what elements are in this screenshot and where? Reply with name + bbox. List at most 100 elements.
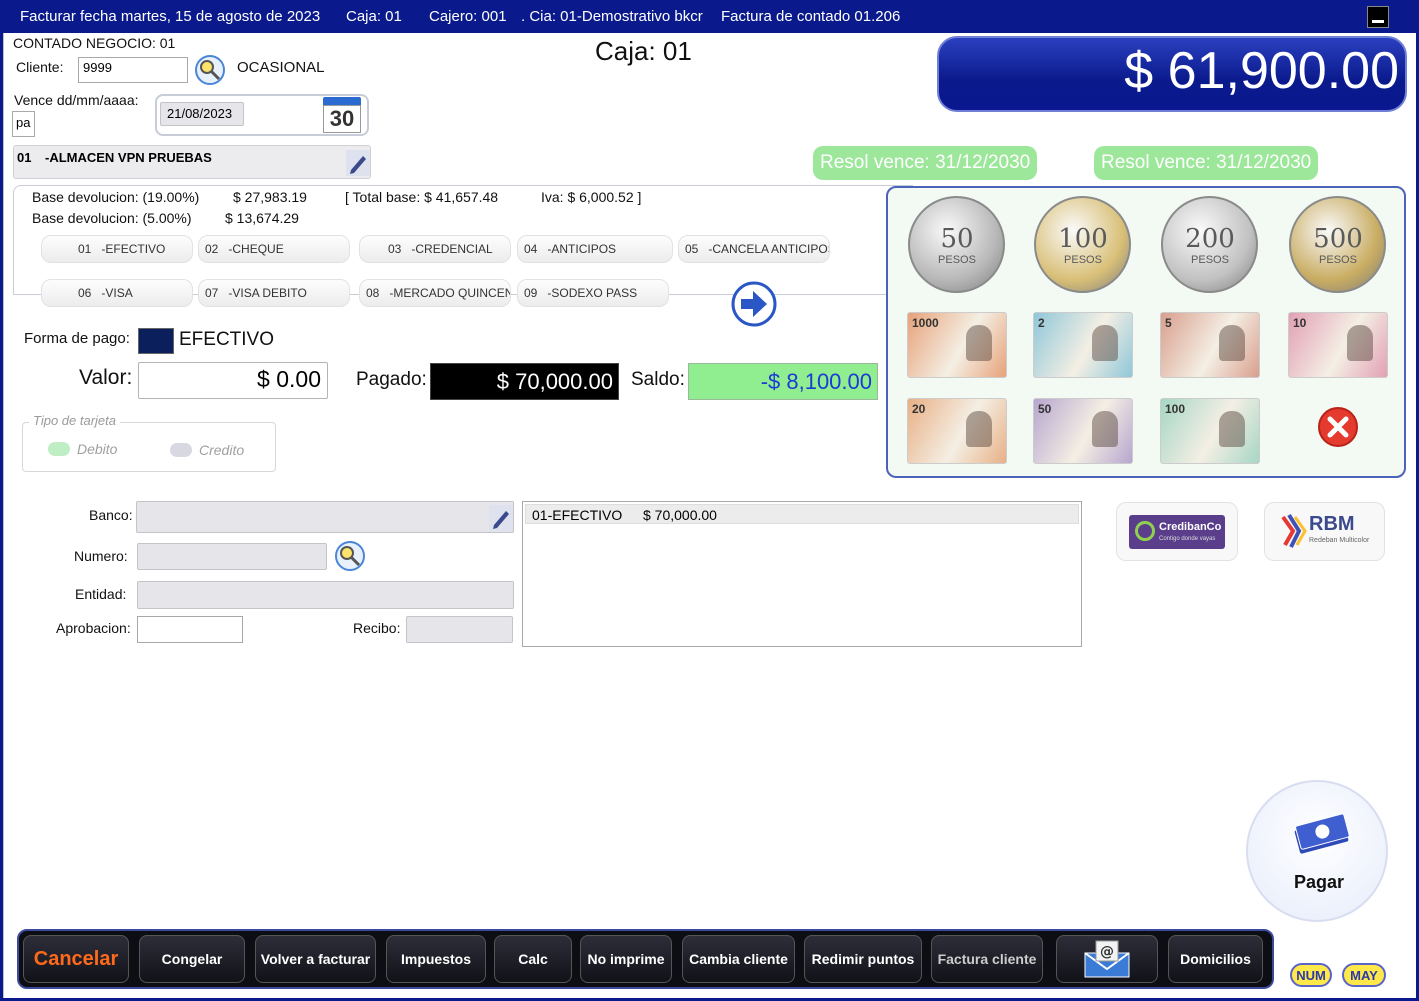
recibo-input[interactable]: [406, 616, 513, 643]
coin-button[interactable]: 50 PESOS: [907, 196, 1007, 294]
coin-button[interactable]: 200 PESOS: [1160, 196, 1260, 294]
aprobacion-input[interactable]: [137, 616, 243, 643]
saldo-value: -$ 8,100.00: [688, 363, 878, 400]
payment-method-button[interactable]: 02 -CHEQUE: [198, 235, 350, 263]
bill-button[interactable]: 2: [1033, 312, 1133, 378]
rbm-name: RBM: [1309, 513, 1355, 535]
total-amount: $ 61,900.00: [1124, 42, 1399, 100]
cambia-cliente-button[interactable]: Cambia cliente: [682, 935, 795, 983]
bill-button[interactable]: 50: [1033, 398, 1133, 464]
payment-method-button[interactable]: 09 -SODEXO PASS: [517, 279, 669, 307]
minimize-button[interactable]: [1367, 6, 1389, 28]
impuestos-button[interactable]: Impuestos: [386, 935, 486, 983]
payment-method-name: -CHEQUE: [228, 242, 284, 256]
volver-facturar-button[interactable]: Volver a facturar: [255, 935, 376, 983]
payment-method-name: -VISA: [101, 286, 133, 300]
payment-method-button[interactable]: 04 -ANTICIPOS: [517, 235, 673, 263]
credibanco-name: CredibanCo: [1159, 521, 1222, 533]
edit-almacen-icon[interactable]: [346, 150, 370, 176]
calc-button[interactable]: Calc: [494, 935, 572, 983]
credibanco-tagline: Contigo donde vayas: [1159, 536, 1216, 542]
bill-value: 100: [1165, 402, 1186, 416]
payment-method-button[interactable]: 08 -MERCADO QUINCENA: [359, 279, 511, 307]
banco-select[interactable]: [136, 501, 514, 533]
calendar-icon[interactable]: 30: [323, 97, 361, 133]
coin-unit: PESOS: [1064, 254, 1102, 266]
rbm-logo-icon: [1281, 511, 1307, 551]
next-arrow-icon[interactable]: [731, 281, 777, 327]
pagar-button[interactable]: Pagar: [1246, 780, 1388, 922]
almacen-selector[interactable]: 01 -ALMACEN VPN PRUEBAS: [13, 145, 371, 179]
title-factura: Factura de contado 01.206: [721, 8, 901, 25]
payment-method-name: -MERCADO QUINCENA: [389, 286, 511, 300]
title-caja: Caja: 01: [346, 8, 402, 25]
payment-method-code: 05: [685, 242, 699, 256]
cliente-input[interactable]: 9999: [78, 57, 188, 83]
title-date: Facturar fecha martes, 15 de agosto de 2…: [20, 8, 321, 25]
bill-button[interactable]: 10: [1288, 312, 1388, 378]
congelar-button[interactable]: Congelar: [139, 935, 245, 983]
coin-value: 200: [1185, 224, 1235, 254]
vence-date-picker[interactable]: 21/08/2023 30: [155, 94, 369, 136]
coin-button[interactable]: 500 PESOS: [1288, 196, 1388, 294]
num-lock-indicator: NUM: [1290, 963, 1332, 987]
email-icon: @: [1084, 940, 1130, 978]
pagado-label: Pagado:: [356, 369, 427, 390]
payment-method-name: -EFECTIVO: [101, 242, 166, 256]
credito-radio[interactable]: [170, 443, 192, 457]
total-display: $ 61,900.00: [937, 36, 1407, 112]
domicilios-button[interactable]: Domicilios: [1168, 935, 1263, 983]
saldo-label: Saldo:: [631, 369, 685, 390]
debito-radio[interactable]: [48, 442, 70, 456]
rbm-button[interactable]: RBM Redeban Multicolor: [1264, 502, 1385, 561]
email-button[interactable]: @: [1056, 935, 1158, 983]
negocio-label: CONTADO NEGOCIO: 01: [13, 35, 176, 51]
cliente-label: Cliente:: [16, 59, 64, 75]
payment-method-name: -CREDENCIAL: [411, 242, 493, 256]
aprobacion-label: Aprobacion:: [56, 620, 131, 636]
payment-method-button[interactable]: 07 -VISA DEBITO: [198, 279, 350, 307]
vence-date-input[interactable]: 21/08/2023: [160, 102, 244, 126]
credibanco-button[interactable]: CredibanCo Contigo donde vayas: [1116, 502, 1238, 561]
factura-cliente-button[interactable]: Factura cliente: [931, 935, 1043, 983]
bill-value: 5: [1165, 316, 1172, 330]
bill-value: 10: [1293, 316, 1307, 330]
coin-unit: PESOS: [1319, 254, 1357, 266]
credito-label: Credito: [199, 442, 245, 458]
coin-button[interactable]: 100 PESOS: [1033, 196, 1133, 294]
payment-method-code: 08: [366, 286, 380, 300]
bill-button[interactable]: 100: [1160, 398, 1260, 464]
credibanco-logo: CredibanCo Contigo donde vayas: [1129, 515, 1225, 549]
payments-list[interactable]: 01-EFECTIVO $ 70,000.00: [522, 501, 1082, 647]
forma-pago-color-swatch: [138, 328, 174, 354]
payment-method-button[interactable]: 01 -EFECTIVO: [41, 235, 193, 263]
redimir-puntos-button[interactable]: Redimir puntos: [804, 935, 922, 983]
numero-label: Numero:: [74, 548, 128, 564]
search-cliente-icon[interactable]: [194, 54, 226, 86]
entidad-input[interactable]: [137, 581, 514, 609]
entidad-label: Entidad:: [75, 586, 127, 602]
valor-input[interactable]: $ 0.00: [138, 362, 328, 399]
payment-method-button[interactable]: 03 -CREDENCIAL: [359, 235, 511, 263]
payment-method-button[interactable]: 05 -CANCELA ANTICIPOS: [678, 235, 830, 263]
no-imprime-button[interactable]: No imprime: [580, 935, 672, 983]
payment-method-name: -ANTICIPOS: [547, 242, 617, 256]
bill-button[interactable]: 20: [907, 398, 1007, 464]
vence-code-input[interactable]: pa: [12, 111, 35, 137]
cash-icon: [1292, 810, 1350, 858]
bill-button[interactable]: 1000: [907, 312, 1007, 378]
search-numero-icon[interactable]: [334, 540, 366, 572]
cancelar-button[interactable]: Cancelar: [23, 935, 129, 983]
payment-method-button[interactable]: 06 -VISA: [41, 279, 193, 307]
bill-button[interactable]: 5: [1160, 312, 1260, 378]
almacen-code: 01: [17, 150, 32, 165]
list-item[interactable]: 01-EFECTIVO $ 70,000.00: [525, 504, 1079, 524]
title-cia: . Cia: 01-Demostrativo bkcr: [521, 8, 703, 25]
svg-text:@: @: [1100, 944, 1114, 960]
total-base: [ Total base: $ 41,657.48: [345, 189, 499, 205]
numero-input[interactable]: [137, 543, 327, 570]
vence-label: Vence dd/mm/aaaa:: [14, 92, 139, 108]
edit-banco-icon[interactable]: [489, 505, 513, 531]
clear-money-icon[interactable]: [1317, 406, 1359, 448]
payment-method-code: 02: [205, 242, 219, 256]
